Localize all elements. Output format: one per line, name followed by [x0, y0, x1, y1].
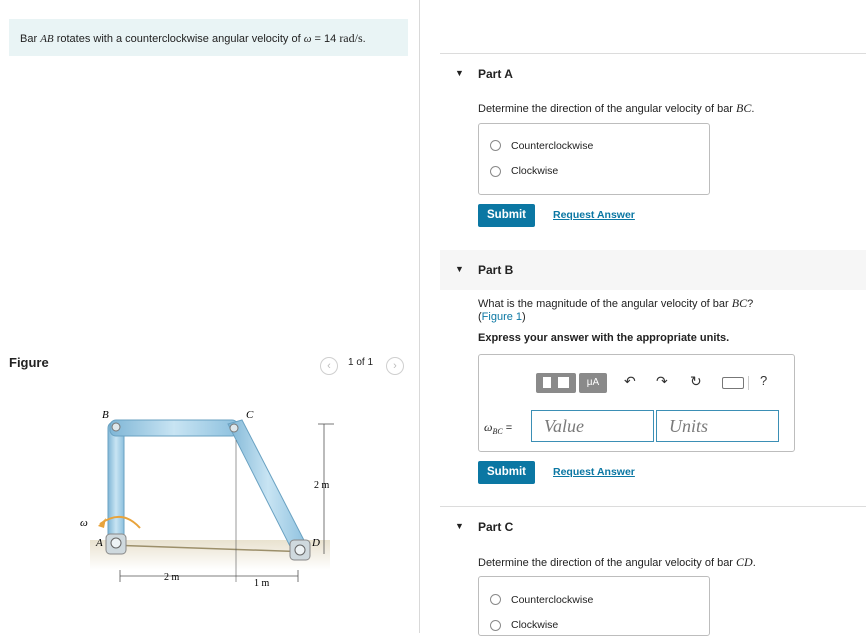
templates-button[interactable] [536, 373, 576, 393]
radio-counterclockwise[interactable] [490, 594, 501, 605]
units-input[interactable]: Units [656, 410, 779, 442]
option-label: Clockwise [511, 619, 559, 631]
caret-down-icon: ▼ [455, 521, 464, 531]
toolbar-separator [748, 376, 749, 390]
label-d: D [311, 537, 320, 549]
part-b-title: Part B [478, 263, 514, 277]
keyboard-icon[interactable] [722, 377, 744, 389]
part-a-question: Determine the direction of the angular v… [478, 101, 755, 115]
part-a-choices: Counterclockwise Clockwise [478, 123, 710, 195]
caret-down-icon: ▼ [455, 68, 464, 78]
template-icon [558, 377, 569, 388]
help-button[interactable]: ? [760, 373, 767, 393]
omega-bc-label: ωBC = [484, 420, 513, 437]
part-b-submit-button[interactable]: Submit [478, 461, 535, 484]
label-width-left: 2 m [164, 572, 180, 583]
label-width-right: 1 m [254, 578, 270, 589]
part-c-choices: Counterclockwise Clockwise [478, 576, 710, 636]
previous-figure-button[interactable]: ‹ [320, 357, 338, 375]
part-a-request-answer-link[interactable]: Request Answer [553, 209, 635, 221]
label-b: B [102, 409, 109, 421]
part-a-header[interactable]: ▼ Part A [440, 54, 866, 94]
value-input[interactable]: Value [531, 410, 654, 442]
mechanism-figure: B C A D ω 2 m 2 m 1 m [80, 409, 334, 589]
figure-pager: 1 of 1 [348, 357, 374, 368]
label-c: C [246, 409, 254, 421]
part-c-header[interactable]: ▼ Part C [440, 507, 866, 547]
radio-clockwise[interactable] [490, 620, 501, 631]
radio-clockwise[interactable] [490, 166, 501, 177]
radio-counterclockwise[interactable] [490, 140, 501, 151]
option-label: Clockwise [511, 165, 559, 177]
next-figure-button[interactable]: › [386, 357, 404, 375]
caret-down-icon: ▼ [455, 264, 464, 274]
part-a-title: Part A [478, 67, 513, 81]
redo-icon[interactable]: ↷ [656, 373, 668, 393]
pane-divider [419, 0, 420, 633]
option-label: Counterclockwise [511, 594, 594, 606]
label-omega: ω [80, 517, 88, 529]
option-label: Counterclockwise [511, 140, 594, 152]
problem-statement: Bar AB rotates with a counterclockwise a… [20, 31, 366, 45]
pin-d [294, 544, 306, 556]
bar-bc [109, 419, 239, 437]
part-b-request-answer-link[interactable]: Request Answer [553, 466, 635, 478]
pin-b [111, 422, 121, 432]
part-b-instruction: Express your answer with the appropriate… [478, 332, 730, 344]
pin-c [229, 423, 239, 433]
bar-cd [227, 419, 309, 555]
undo-icon[interactable]: ↶ [624, 373, 636, 393]
part-b-question: What is the magnitude of the angular vel… [478, 296, 754, 324]
part-b-header[interactable]: ▼ Part B [440, 250, 866, 290]
bar-ab [107, 421, 125, 549]
label-a: A [95, 537, 103, 549]
label-height: 2 m [314, 480, 330, 491]
pin-a [110, 537, 122, 549]
omega-arrowhead [98, 518, 106, 528]
part-a-submit-button[interactable]: Submit [478, 204, 535, 227]
part-c-title: Part C [478, 520, 514, 534]
part-c-question: Determine the direction of the angular v… [478, 555, 756, 569]
reset-icon[interactable]: ↻ [690, 373, 702, 393]
symbols-button[interactable]: μA [579, 373, 607, 393]
figure-heading: Figure [9, 355, 49, 370]
template-icon [543, 377, 551, 388]
figure-link[interactable]: Figure 1 [482, 311, 522, 323]
